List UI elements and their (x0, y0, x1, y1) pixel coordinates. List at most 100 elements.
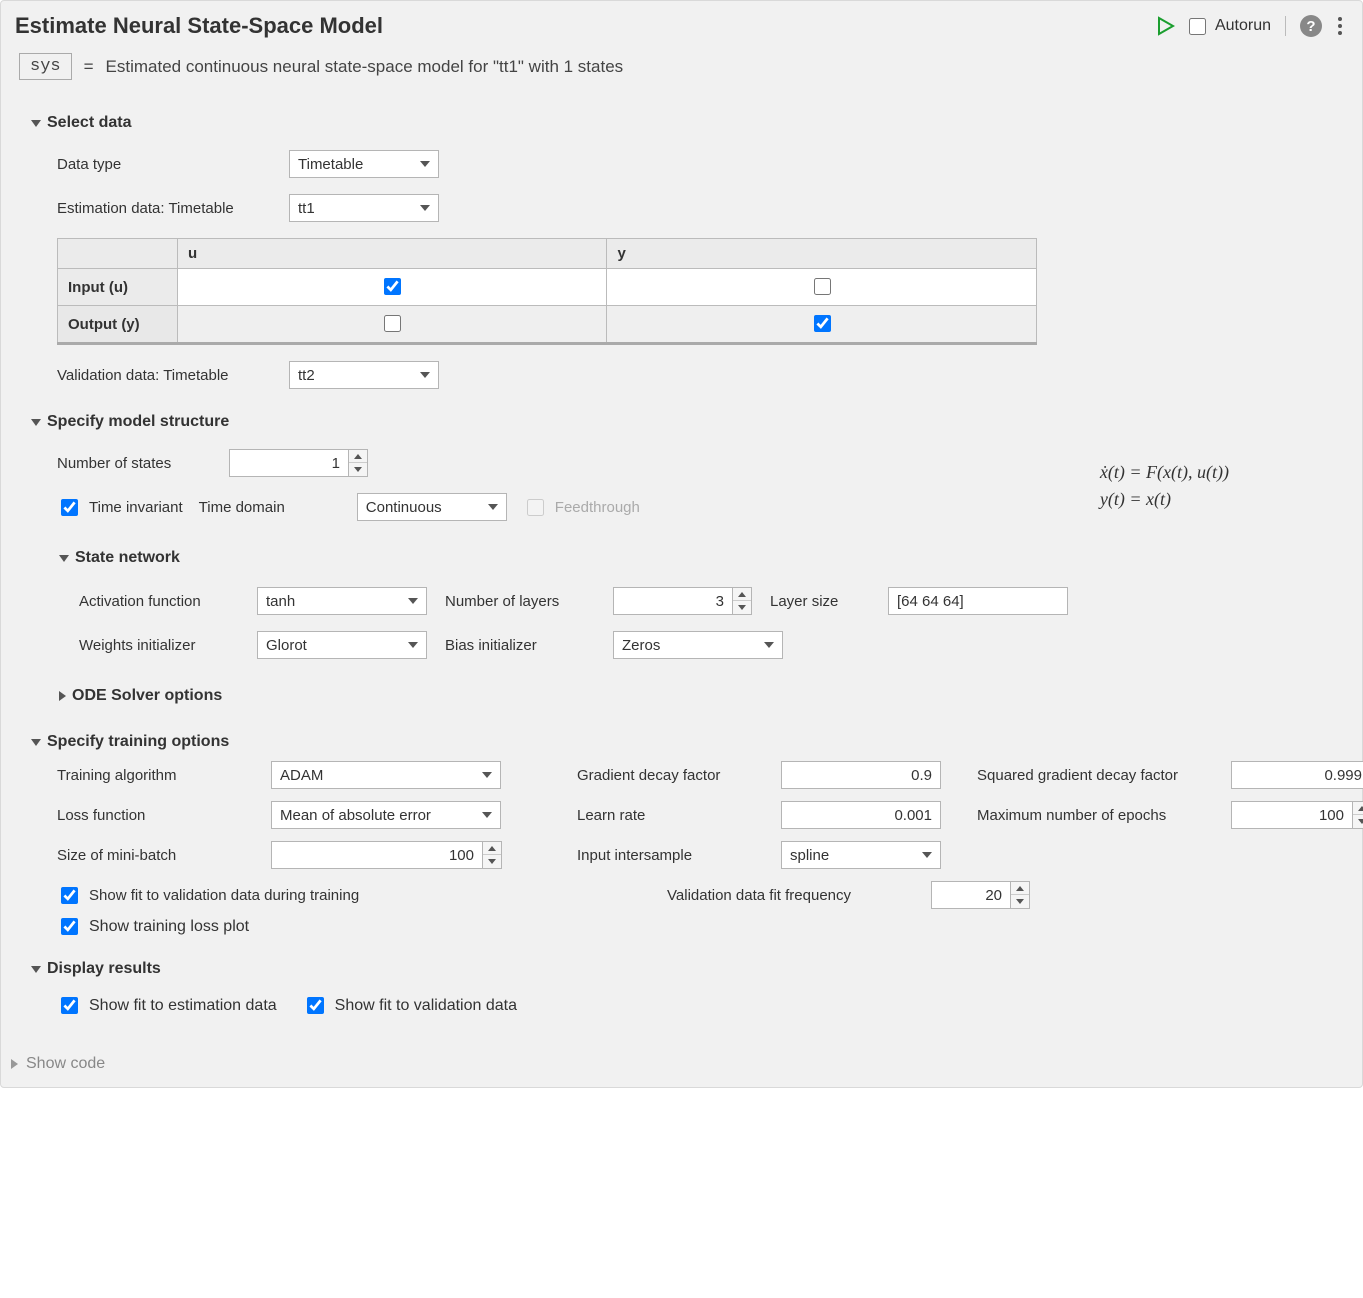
step-down[interactable] (1011, 895, 1029, 908)
sq-grad-decay-field[interactable]: 0.999 (1231, 761, 1363, 789)
step-up[interactable] (483, 842, 501, 855)
chevron-down-icon (764, 642, 774, 648)
bias-init-dropdown[interactable]: Zeros (613, 631, 783, 659)
output-u-checkbox[interactable] (384, 315, 401, 332)
num-states-stepper[interactable]: 1 (229, 449, 368, 477)
summary-row: sys = Estimated continuous neural state-… (1, 45, 1362, 98)
minibatch-label: Size of mini-batch (57, 847, 257, 864)
subsection-ode-solver[interactable]: ODE Solver options (31, 667, 1332, 717)
validation-data-dropdown[interactable]: tt2 (289, 361, 439, 389)
step-up[interactable] (1353, 802, 1363, 815)
step-down[interactable] (733, 601, 751, 614)
section-label: Select data (47, 114, 131, 132)
grad-decay-field[interactable]: 0.9 (781, 761, 941, 789)
dropdown-value: Continuous (366, 499, 442, 516)
loss-dropdown[interactable]: Mean of absolute error (271, 801, 501, 829)
step-up[interactable] (733, 588, 751, 601)
dropdown-value: Timetable (298, 156, 363, 173)
num-states-label: Number of states (57, 455, 217, 472)
estimation-data-dropdown[interactable]: tt1 (289, 194, 439, 222)
chevron-right-icon (11, 1059, 18, 1069)
input-u-checkbox[interactable] (384, 278, 401, 295)
section-select-data[interactable]: Select data (31, 98, 1332, 142)
output-y-checkbox[interactable] (814, 315, 831, 332)
dropdown-value: ADAM (280, 767, 323, 784)
section-label: Display results (47, 960, 161, 978)
validation-freq-label: Validation data fit frequency (667, 887, 917, 904)
section-model-structure[interactable]: Specify model structure (31, 397, 1332, 441)
output-variable-name[interactable]: sys (19, 53, 72, 80)
task-panel: Estimate Neural State-Space Model Autoru… (0, 0, 1363, 1088)
data-type-dropdown[interactable]: Timetable (289, 150, 439, 178)
chevron-down-icon (408, 598, 418, 604)
dropdown-value: Zeros (622, 637, 660, 654)
chevron-down-icon (420, 205, 430, 211)
estimation-data-label: Estimation data: Timetable (57, 200, 277, 217)
show-fit-validation-during-training-checkbox[interactable]: Show fit to validation data during train… (57, 884, 359, 907)
chevron-down-icon (31, 120, 41, 127)
weights-init-label: Weights initializer (79, 637, 239, 654)
section-training-options[interactable]: Specify training options (31, 717, 1332, 761)
step-up[interactable] (1011, 882, 1029, 895)
data-type-label: Data type (57, 156, 277, 173)
subsection-state-network[interactable]: State network (31, 529, 1332, 579)
subsection-label: ODE Solver options (72, 687, 222, 705)
step-down[interactable] (349, 463, 367, 476)
dropdown-value: Glorot (266, 637, 307, 654)
training-algo-dropdown[interactable]: ADAM (271, 761, 501, 789)
training-algo-label: Training algorithm (57, 767, 257, 784)
field-value: 0.999 (1324, 767, 1362, 784)
chevron-right-icon (59, 691, 66, 701)
learn-rate-field[interactable]: 0.001 (781, 801, 941, 829)
section-label: Specify model structure (47, 413, 229, 431)
field-value: 100 (1319, 807, 1344, 824)
time-domain-dropdown[interactable]: Continuous (357, 493, 507, 521)
help-icon[interactable]: ? (1300, 15, 1322, 37)
show-code-label: Show code (26, 1055, 105, 1073)
num-layers-stepper[interactable]: 3 (613, 587, 752, 615)
weights-init-dropdown[interactable]: Glorot (257, 631, 427, 659)
chevron-down-icon (31, 966, 41, 973)
io-selection-table: u y Input (u) Output (y) (57, 238, 1037, 345)
subsection-label: State network (75, 549, 180, 567)
input-y-checkbox[interactable] (814, 278, 831, 295)
dropdown-value: Mean of absolute error (280, 807, 431, 824)
run-icon[interactable] (1155, 16, 1175, 36)
chevron-down-icon (482, 812, 492, 818)
minibatch-stepper[interactable]: 100 (271, 841, 502, 869)
loss-label: Loss function (57, 807, 257, 824)
intersample-label: Input intersample (577, 847, 767, 864)
more-menu-icon[interactable] (1332, 15, 1348, 37)
learn-rate-label: Learn rate (577, 807, 767, 824)
validation-freq-stepper[interactable]: 20 (931, 881, 1030, 909)
grad-decay-label: Gradient decay factor (577, 767, 767, 784)
show-training-loss-checkbox[interactable]: Show training loss plot (57, 915, 249, 938)
autorun-checkbox[interactable]: Autorun (1185, 15, 1271, 38)
chevron-down-icon (420, 372, 430, 378)
chevron-down-icon (922, 852, 932, 858)
activation-label: Activation function (79, 593, 239, 610)
section-label: Specify training options (47, 733, 229, 751)
step-down[interactable] (483, 855, 501, 868)
layer-size-field[interactable]: [64 64 64] (888, 587, 1068, 615)
time-domain-label: Time domain (199, 499, 285, 516)
activation-dropdown[interactable]: tanh (257, 587, 427, 615)
table-row: Input (u) (58, 269, 1037, 306)
max-epochs-stepper[interactable]: 100 (1231, 801, 1363, 829)
row-header-input: Input (u) (58, 269, 178, 306)
chevron-down-icon (488, 504, 498, 510)
intersample-dropdown[interactable]: spline (781, 841, 941, 869)
col-header-y: y (607, 239, 1037, 269)
step-up[interactable] (349, 450, 367, 463)
checkbox-label: Show fit to validation data during train… (89, 887, 359, 904)
step-down[interactable] (1353, 815, 1363, 828)
equals-sign: = (84, 57, 94, 77)
section-display-results[interactable]: Display results (31, 944, 1332, 988)
time-invariant-checkbox[interactable]: Time invariant (57, 496, 183, 519)
model-equations: ẋ(t) = F(x(t), u(t)) y(t) = x(t) (640, 441, 1229, 513)
layer-size-label: Layer size (770, 593, 870, 610)
show-fit-estimation-checkbox[interactable]: Show fit to estimation data (57, 994, 277, 1017)
show-fit-validation-checkbox[interactable]: Show fit to validation data (303, 994, 517, 1017)
show-code-toggle[interactable]: Show code (1, 1041, 1362, 1087)
dropdown-value: tt2 (298, 367, 315, 384)
